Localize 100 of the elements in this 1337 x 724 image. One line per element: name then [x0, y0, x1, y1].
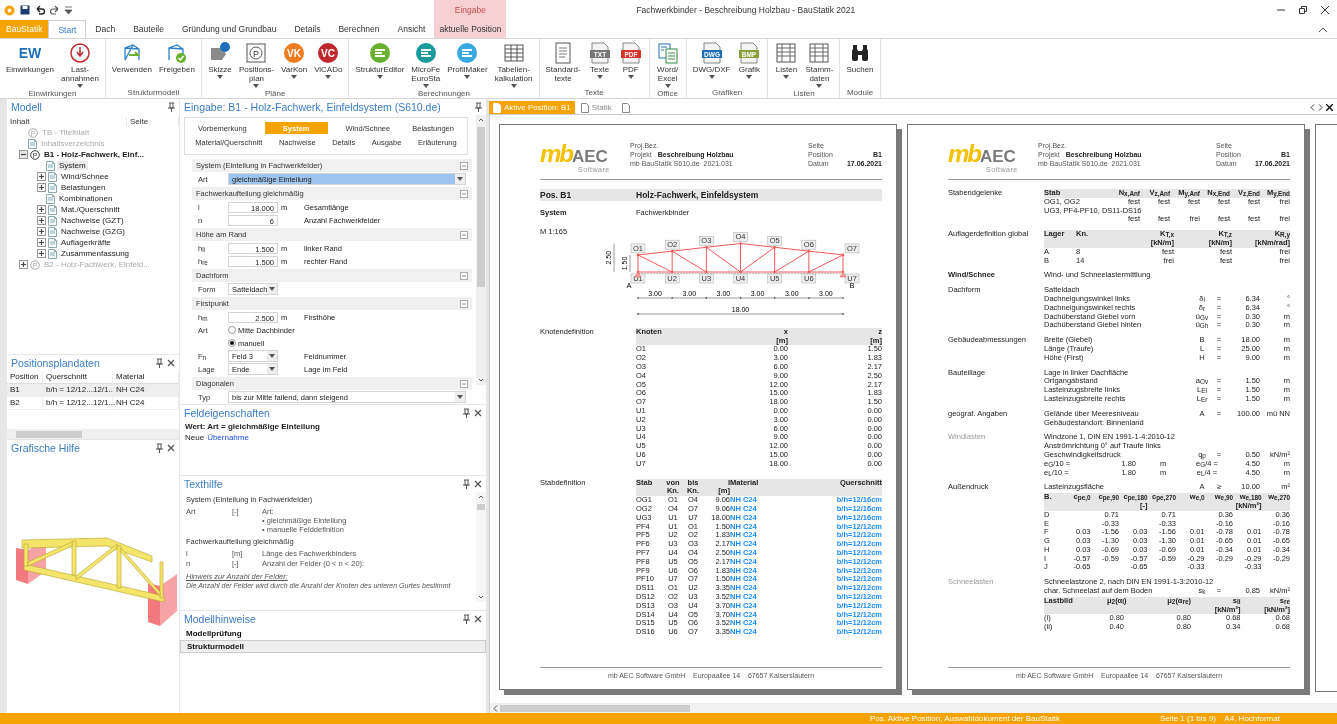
table-cell[interactable]: B1 — [7, 384, 43, 397]
pin-icon — [463, 479, 470, 489]
ribbon-tab[interactable]: Details — [285, 20, 330, 38]
document-icon — [493, 102, 501, 113]
restore-icon[interactable] — [1299, 6, 1307, 14]
table-cell[interactable]: b/h = 12/12...12/1... — [43, 397, 113, 410]
tree-item[interactable]: System — [57, 161, 88, 170]
ribbon-button[interactable]: StrukturEditor — [352, 41, 408, 80]
document-tab[interactable]: Statik — [576, 101, 616, 114]
page-icon — [46, 160, 55, 171]
tree-item[interactable]: Nachweise (GZT) — [59, 216, 126, 225]
close-icon — [474, 615, 482, 623]
close-icon[interactable] — [1326, 104, 1333, 111]
expander-icon[interactable] — [37, 216, 46, 225]
close-icon — [474, 409, 482, 417]
close-icon — [167, 444, 175, 452]
letters-icon: EW — [18, 42, 42, 64]
ribbon-button[interactable]: MicroFe EuroSta — [408, 41, 444, 89]
alert-icon — [68, 42, 91, 64]
radio-button[interactable] — [228, 339, 236, 347]
ribbon-button[interactable]: Suchen — [843, 41, 877, 75]
tree-item[interactable]: Zusammenfassung — [59, 249, 132, 258]
close-icon[interactable] — [1321, 6, 1329, 14]
ribbon-button[interactable]: Stamm- daten — [802, 41, 837, 89]
table-cell[interactable]: b/h = 12/12...12/1... — [43, 384, 113, 397]
page-icon — [48, 171, 57, 182]
tree-item[interactable]: B1 - Holz-Fachwerk, Einf... — [42, 150, 146, 159]
ribbon-button[interactable]: Listen — [771, 41, 802, 80]
ribbon-button[interactable]: VC ViCADo — [311, 41, 346, 80]
ribbon-tab[interactable]: aktuelle Position — [435, 20, 506, 38]
disc-icon — [456, 42, 479, 64]
collapse-ribbon-icon[interactable] — [1319, 26, 1327, 32]
ribbon-button[interactable]: VK VarKon — [278, 41, 311, 80]
expander-icon[interactable] — [37, 205, 46, 214]
expander-icon[interactable] — [37, 249, 46, 258]
horizontal-scrollbar[interactable] — [7, 429, 179, 439]
chevron-right-icon[interactable] — [1318, 104, 1323, 111]
ribbon-group-label: Listen — [792, 89, 816, 99]
status-text: Seite 1 (1 bis 9) A4, Hochformat — [1159, 713, 1280, 724]
ribbon-button[interactable]: Verwenden — [108, 41, 155, 75]
ribbon-button[interactable]: Skizze — [204, 41, 235, 80]
page-icon — [48, 226, 57, 237]
ribbon-tab[interactable]: Dach — [86, 20, 125, 38]
page-icon — [46, 193, 55, 204]
vertical-scrollbar[interactable] — [476, 115, 486, 385]
ribbon-button[interactable]: Freigeben — [155, 41, 198, 75]
minimize-icon[interactable] — [1277, 6, 1285, 14]
tree-item[interactable]: Nachweise (GZG) — [59, 227, 127, 236]
expander-icon[interactable] — [37, 183, 46, 192]
collapse-icon — [460, 189, 468, 198]
ribbon-button[interactable]: Word/ Excel — [652, 41, 683, 89]
tree-item[interactable]: Kombinationen — [57, 194, 115, 203]
disc-icon — [414, 42, 437, 64]
panel-title: Texthilfe — [184, 478, 223, 490]
tree-item[interactable]: Mat./Querschnitt — [59, 205, 122, 214]
close-icon — [474, 480, 482, 488]
collapse-icon — [460, 299, 468, 308]
vertical-scrollbar[interactable] — [476, 492, 486, 602]
expander-icon[interactable] — [19, 150, 28, 159]
tree-item[interactable]: Auflagerkräfte — [59, 238, 113, 247]
save-icon[interactable] — [20, 5, 30, 15]
redo-icon[interactable] — [50, 5, 60, 15]
ribbon-button[interactable]: Standard- texte — [542, 41, 584, 84]
customize-icon[interactable] — [65, 6, 72, 14]
page-icon — [48, 248, 57, 259]
table-cell[interactable]: NH C24 — [113, 384, 179, 397]
expander-icon[interactable] — [37, 172, 46, 181]
ribbon-tab[interactable]: Ansicht — [388, 20, 435, 38]
apply-link[interactable]: Übernahme — [207, 433, 249, 442]
expander-icon[interactable] — [37, 227, 46, 236]
chevron-left-icon[interactable] — [1310, 104, 1315, 111]
horizontal-scrollbar[interactable] — [490, 703, 1337, 713]
radio-button[interactable] — [228, 326, 236, 334]
ribbon-tab[interactable]: Berechnen — [329, 20, 389, 38]
caret-icon — [457, 395, 463, 399]
collapse-icon — [460, 230, 468, 239]
close-icon — [167, 359, 175, 367]
position-title: Holz-Fachwerk, Einfeldsystem — [636, 189, 760, 201]
ribbon-button[interactable]: Tabellen- kalkulation — [491, 41, 536, 89]
ribbon-tab[interactable]: Bauteile — [124, 20, 173, 38]
table-cell[interactable]: NH C24 — [113, 397, 179, 410]
ribbon-tab[interactable]: Gründung und Grundbau — [172, 20, 286, 38]
ribbon-button[interactable]: Last- annahmen — [58, 41, 102, 89]
ribbon-tab[interactable]: Start — [48, 20, 87, 38]
column-header: Inhalt — [7, 116, 127, 126]
expander-icon[interactable] — [37, 238, 46, 247]
ribbon-group-label: Strukturmodell — [126, 88, 181, 98]
binoculars-icon — [849, 42, 871, 64]
tree-item[interactable]: Wind/Schnee — [59, 172, 111, 181]
pin-icon — [156, 443, 163, 453]
page-icon — [48, 237, 57, 248]
grid-icon — [502, 42, 525, 64]
position-number: Pos. B1 — [540, 189, 573, 201]
table-cell[interactable]: B2 — [7, 397, 43, 410]
ribbon-button[interactable]: P Positions- plan — [235, 41, 278, 89]
ribbon-button[interactable]: ProfilMaker — [444, 41, 491, 80]
tree-item[interactable]: Belastungen — [59, 183, 108, 192]
hint-item[interactable]: Strukturmodell — [180, 640, 486, 653]
ribbon-button[interactable]: EW Einwirkungen — [3, 41, 58, 75]
undo-icon[interactable] — [35, 5, 45, 15]
